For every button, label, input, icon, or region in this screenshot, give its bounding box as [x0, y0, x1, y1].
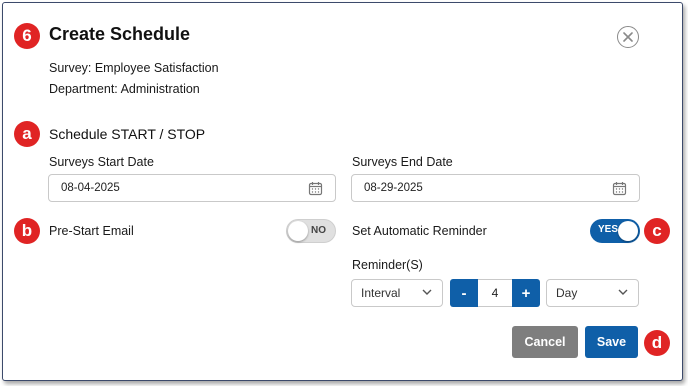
unit-select[interactable]: Day	[546, 279, 639, 307]
department-name: Department: Administration	[49, 82, 200, 96]
calendar-icon[interactable]	[308, 181, 323, 196]
callout-badge-d: d	[644, 330, 670, 356]
toggle-state-text: NO	[311, 225, 326, 236]
reminder-count[interactable]: 4	[478, 279, 512, 307]
close-button[interactable]	[617, 26, 639, 48]
end-date-value: 08-29-2025	[364, 182, 423, 194]
cancel-button[interactable]: Cancel	[512, 326, 578, 358]
prestart-email-toggle[interactable]: NO	[286, 219, 336, 243]
callout-badge-c: c	[644, 218, 670, 244]
reminders-label: Reminder(S)	[352, 258, 423, 272]
start-date-input[interactable]: 08-04-2025	[48, 174, 336, 202]
callout-badge-a: a	[14, 121, 40, 147]
decrement-button[interactable]: -	[450, 279, 478, 307]
prestart-email-label: Pre-Start Email	[49, 224, 134, 238]
unit-value: Day	[556, 286, 578, 300]
interval-value: Interval	[361, 286, 401, 300]
calendar-icon[interactable]	[612, 181, 627, 196]
start-date-value: 08-04-2025	[61, 182, 120, 194]
callout-badge-b: b	[14, 218, 40, 244]
interval-select[interactable]: Interval	[351, 279, 443, 307]
toggle-knob	[288, 221, 308, 241]
survey-name: Survey: Employee Satisfaction	[49, 61, 219, 75]
auto-reminder-label: Set Automatic Reminder	[352, 224, 487, 238]
toggle-knob	[618, 221, 638, 241]
create-schedule-dialog: 6 Create Schedule Survey: Employee Satis…	[2, 2, 683, 381]
end-date-label: Surveys End Date	[352, 155, 453, 169]
close-icon	[623, 32, 633, 42]
dialog-title: Create Schedule	[49, 24, 191, 44]
chevron-down-icon	[618, 289, 628, 295]
section-title: Schedule START / STOP	[49, 126, 206, 142]
toggle-state-text: YES	[598, 224, 619, 235]
save-button[interactable]: Save	[585, 326, 638, 358]
callout-badge-6: 6	[14, 23, 40, 49]
end-date-input[interactable]: 08-29-2025	[351, 174, 640, 202]
increment-button[interactable]: +	[512, 279, 540, 307]
start-date-label: Surveys Start Date	[49, 155, 154, 169]
auto-reminder-toggle[interactable]: YES	[590, 219, 640, 243]
chevron-down-icon	[422, 289, 432, 295]
